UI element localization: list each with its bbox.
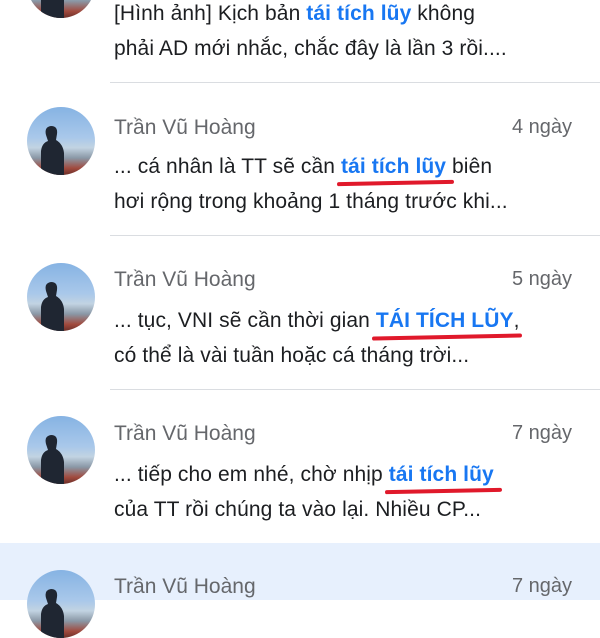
message-time: 5 ngày [511,268,572,290]
avatar [27,0,95,18]
keyword-highlight: tái tích lũy [384,463,502,495]
keyword-highlight: tái tích lũy [337,155,455,187]
message-result-item[interactable]: Trần Vũ Hoàng 4 ngày ... cá nhân là TT s… [0,83,600,235]
sender-name: Trần Vũ Hoàng [114,575,256,598]
avatar [27,107,95,175]
message-result-item-selected[interactable]: Trần Vũ Hoàng 7 ngày [0,543,600,638]
search-results-list: [Hình ảnh] Kịch bản tái tích lũy không p… [0,0,600,638]
red-underline-annotation [384,487,502,495]
avatar [27,263,95,331]
keyword-highlight: TÁI TÍCH LŨY [371,309,522,341]
message-snippet-line-2: hơi rộng trong khoảng 1 tháng trước khi.… [114,190,508,213]
message-result-item[interactable]: Trần Vũ Hoàng 7 ngày ... tiếp cho em nhé… [0,390,600,543]
message-snippet-line-2: của TT rồi chúng ta vào lại. Nhiều CP... [114,498,482,521]
message-snippet-line-1: ... cá nhân là TT sẽ cần tái tích lũy bi… [114,155,492,187]
message-time: 7 ngày [511,422,572,444]
sender-name: Trần Vũ Hoàng [114,422,256,445]
avatar [27,570,95,638]
keyword-highlight: tái tích lũy [306,2,412,25]
message-time: 7 ngày [511,575,572,597]
message-result-item[interactable]: Trần Vũ Hoàng 5 ngày ... tục, VNI sẽ cần… [0,236,600,389]
message-snippet-line-1: ... tục, VNI sẽ cần thời gian TÁI TÍCH L… [114,309,522,341]
sender-name: Trần Vũ Hoàng [114,268,256,291]
red-underline-annotation [371,333,522,341]
message-snippet-line-1: ... tiếp cho em nhé, chờ nhịp tái tích l… [114,463,502,495]
message-time: 4 ngày [511,116,572,138]
message-snippet-line-2: phải AD mới nhắc, chắc đây là lần 3 rồi.… [114,37,507,60]
sender-name: Trần Vũ Hoàng [114,116,256,139]
message-result-item[interactable]: [Hình ảnh] Kịch bản tái tích lũy không p… [0,0,600,82]
red-underline-annotation [337,179,455,187]
message-snippet-line-2: có thể là vài tuần hoặc cá tháng trời... [114,344,470,367]
message-snippet-line-1: [Hình ảnh] Kịch bản tái tích lũy không [114,2,476,25]
avatar [27,416,95,484]
